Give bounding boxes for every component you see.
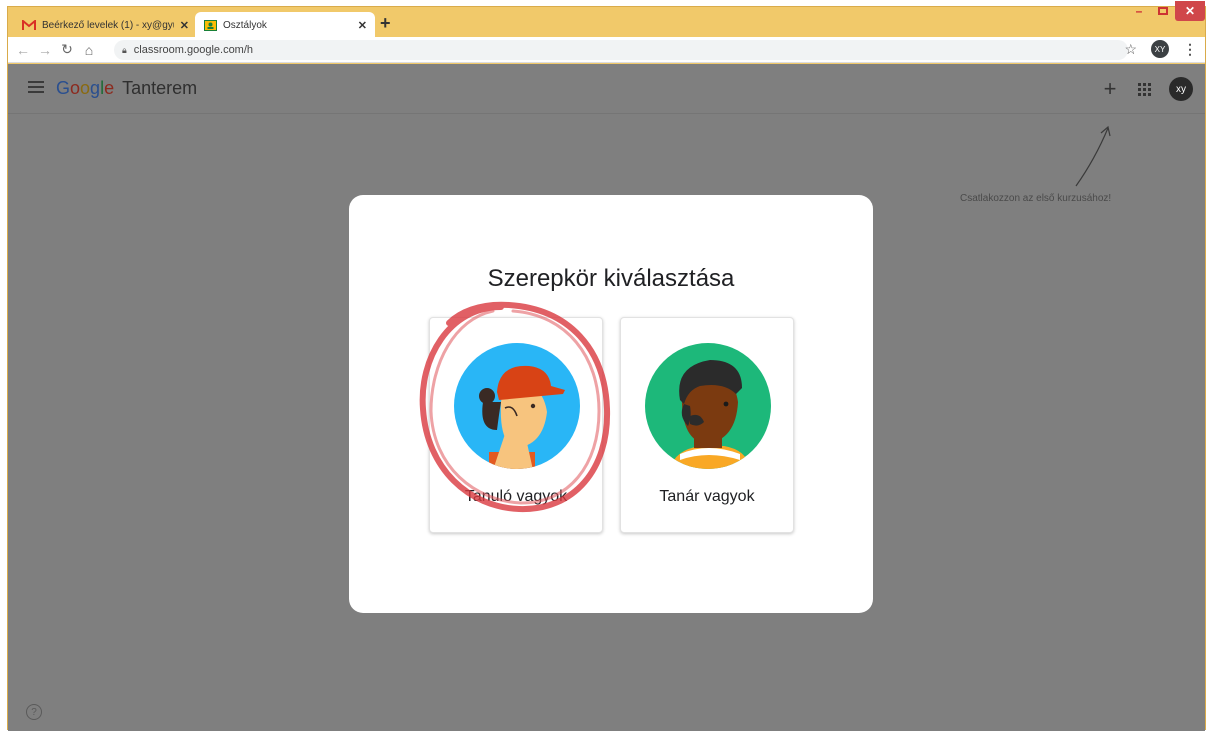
page-overlay: Google Tanterem + xy Csatlakozzon az els… [8,64,1205,731]
gmail-icon [22,19,36,31]
window-close-icon[interactable]: ✕ [1175,1,1205,21]
student-role-card[interactable]: Tanuló vagyok [429,317,603,533]
close-tab-icon[interactable]: ✕ [358,19,367,32]
logo-letter: G [56,78,71,98]
hint-arrow-icon [1075,125,1111,187]
logo-letter: o [80,78,91,98]
tab-classroom[interactable]: Osztályok ✕ [195,12,375,38]
home-icon[interactable]: ⌂ [78,42,100,58]
back-icon[interactable]: ← [12,42,34,58]
bookmark-star-icon[interactable]: ☆ [1124,41,1137,58]
teacher-illustration [645,343,771,469]
tab-gmail[interactable]: Beérkező levelek (1) - xy@gyula ✕ [14,12,197,38]
classroom-icon [203,19,217,31]
address-bar-row: ← → ↻ ⌂ 🔒︎ classroom.google.com/h ☆ XY ⋮ [8,37,1205,63]
new-tab-button[interactable]: + [380,13,391,34]
help-icon[interactable]: ? [26,704,42,720]
browser-window: Beérkező levelek (1) - xy@gyula ✕ Osztál… [7,1,1206,731]
join-course-hint: Csatlakozzon az első kurzusához! [960,193,1112,204]
tab-title: Osztályok [223,19,267,31]
tab-title: Beérkező levelek (1) - xy@gyula [42,19,174,31]
lock-icon: 🔒︎ [122,44,127,55]
app-bar: Google Tanterem + xy [8,64,1205,114]
tab-strip: Beérkező levelek (1) - xy@gyula ✕ Osztál… [8,1,1205,38]
window-controls: – ✕ [1127,1,1205,21]
logo-letter: e [104,78,115,98]
role-selection-dialog: Szerepkör kiválasztása Tanuló vagyok Tan… [349,195,873,613]
forward-icon[interactable]: → [34,42,56,58]
logo-letter: g [90,78,101,98]
student-role-label: Tanuló vagyok [464,488,568,505]
profile-avatar[interactable]: XY [1151,40,1169,58]
close-tab-icon[interactable]: ✕ [180,19,189,32]
teacher-role-label: Tanár vagyok [659,488,755,505]
student-illustration [454,343,580,469]
apps-grid-icon[interactable] [1138,82,1151,96]
reload-icon[interactable]: ↻ [56,41,78,58]
app-logo[interactable]: Google Tanterem [56,78,197,99]
minimize-icon[interactable]: – [1127,1,1151,21]
account-avatar[interactable]: xy [1169,77,1193,101]
maximize-icon[interactable] [1151,1,1175,21]
product-name: Tanterem [122,78,198,98]
logo-letter: o [70,78,81,98]
add-class-button[interactable]: + [1100,76,1120,102]
hamburger-menu-icon[interactable] [28,81,44,96]
url-bar[interactable]: 🔒︎ classroom.google.com/h [114,40,1128,60]
browser-menu-icon[interactable]: ⋮ [1183,41,1197,58]
dialog-title: Szerepkör kiválasztása [487,265,735,292]
teacher-role-card[interactable]: Tanár vagyok [620,317,794,533]
url-text: classroom.google.com/h [133,44,254,56]
